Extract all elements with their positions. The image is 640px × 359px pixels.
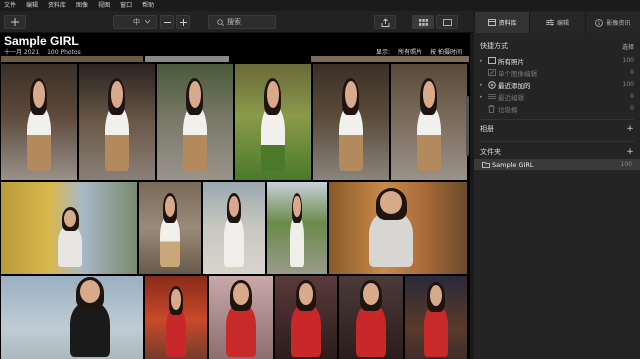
folder-icon	[482, 162, 490, 168]
shortcut-label: 最近编辑	[498, 93, 524, 102]
photo-thumbnail[interactable]	[0, 55, 144, 63]
photo-thumbnail[interactable]	[390, 63, 468, 181]
menu-view[interactable]: 视图	[98, 0, 110, 11]
photo-thumbnail[interactable]	[328, 181, 468, 275]
shortcut-label: 单个图像编辑	[498, 69, 537, 78]
expand-arrow-icon: ▸	[480, 93, 483, 100]
photo-thumbnail[interactable]	[0, 275, 144, 359]
share-icon	[381, 17, 389, 27]
chevron-down-icon	[145, 20, 150, 24]
search-label: 搜索	[227, 18, 241, 26]
shortcut-recently-added[interactable]: ▸ 最近添加的 100	[480, 79, 634, 90]
thumbnail-size-label: 中	[133, 18, 140, 26]
select-button[interactable]: 选择	[622, 42, 634, 51]
shortcut-count: 0	[630, 69, 634, 76]
photos-icon	[488, 57, 496, 64]
expand-arrow-icon: ▸	[480, 57, 483, 64]
photo-thumbnail[interactable]	[202, 181, 266, 275]
menu-edit[interactable]: 编辑	[26, 0, 38, 11]
single-edit-icon	[488, 69, 496, 76]
photo-thumbnail[interactable]	[78, 63, 156, 181]
info-icon	[595, 18, 604, 27]
tab-edit[interactable]: 编辑	[529, 12, 585, 33]
share-button[interactable]	[374, 15, 396, 29]
add-album-button[interactable]: +	[626, 125, 634, 134]
photo-thumbnail[interactable]	[312, 63, 390, 181]
menu-file[interactable]: 文件	[4, 0, 16, 11]
minus-icon	[163, 21, 171, 23]
divider	[480, 119, 634, 120]
library-view: Sample GIRL 十一月 2021 100 Photos 显示: 所有照片…	[0, 33, 470, 359]
plus-icon	[11, 18, 19, 26]
shortcut-label: 垃圾桶	[498, 105, 518, 114]
grid-view-button[interactable]	[412, 15, 434, 29]
divider	[480, 141, 634, 142]
photo-thumbnail[interactable]	[144, 55, 230, 63]
recent-edit-icon	[488, 94, 496, 99]
shortcut-count: 100	[622, 57, 634, 64]
add-folder-button[interactable]: +	[626, 148, 634, 157]
photo-thumbnail[interactable]	[266, 181, 328, 275]
shortcut-single-edits[interactable]: 单个图像编辑 0	[480, 67, 634, 78]
tab-info[interactable]: 影像资讯	[584, 12, 640, 33]
right-panel-tabs: 资料库 编辑 影像资讯	[474, 12, 640, 33]
grid-view-icon	[418, 18, 428, 26]
library-scrollbar[interactable]	[466, 96, 469, 156]
shortcut-recently-edited[interactable]: ▸ 最近编辑 0	[480, 91, 634, 102]
photo-thumbnail[interactable]	[234, 63, 312, 181]
single-view-icon	[442, 18, 452, 26]
right-panel: 快捷方式 选择 ▸ 所有照片 100 单个图像编辑 0 ▸ 最近添加的 100 …	[474, 33, 640, 359]
trash-icon	[488, 104, 495, 113]
photo-thumbnail[interactable]	[0, 63, 78, 181]
library-icon	[487, 19, 496, 26]
zoom-in-button[interactable]	[176, 15, 190, 29]
folder-count: 100	[620, 161, 632, 168]
folder-label: Sample GIRL	[492, 160, 534, 169]
folders-title: 文件夹	[480, 148, 501, 156]
zoom-out-button[interactable]	[160, 15, 174, 29]
photo-thumbnail[interactable]	[310, 55, 470, 63]
photo-thumbnail[interactable]	[156, 63, 234, 181]
tab-edit-label: 编辑	[556, 20, 569, 27]
thumbnail-size-select[interactable]: 中	[113, 15, 157, 29]
menu-window[interactable]: 窗口	[120, 0, 132, 11]
menu-library[interactable]: 资料库	[48, 0, 66, 11]
photo-thumbnail[interactable]	[404, 275, 468, 359]
plus-icon	[179, 18, 187, 26]
shortcut-label: 所有照片	[498, 57, 524, 66]
photo-thumbnail[interactable]	[208, 275, 274, 359]
menu-help[interactable]: 帮助	[142, 0, 154, 11]
photo-thumbnail[interactable]	[138, 181, 202, 275]
single-view-button[interactable]	[436, 15, 458, 29]
shortcut-count: 0	[630, 93, 634, 100]
photo-thumbnail[interactable]	[338, 275, 404, 359]
shortcut-trash[interactable]: 垃圾桶 0	[480, 103, 634, 114]
search-box[interactable]: 搜索	[208, 15, 276, 29]
search-icon	[217, 19, 224, 26]
add-button[interactable]	[4, 15, 26, 29]
tab-info-label: 影像资讯	[606, 20, 631, 27]
folder-row-selected[interactable]: Sample GIRL 100	[474, 159, 640, 170]
recent-icon	[488, 80, 496, 89]
shortcut-count: 100	[622, 81, 634, 88]
photo-thumbnail[interactable]	[274, 275, 338, 359]
albums-title: 相册	[480, 125, 494, 133]
sliders-icon	[545, 19, 554, 26]
library-title: Sample GIRL	[4, 34, 79, 48]
shortcut-count: 0	[630, 105, 634, 112]
menu-image[interactable]: 图像	[76, 0, 88, 11]
shortcut-label: 最近添加的	[498, 81, 531, 90]
shortcuts-title: 快捷方式	[480, 42, 508, 50]
expand-arrow-icon: ▸	[480, 81, 483, 88]
photo-thumbnail[interactable]	[144, 275, 208, 359]
folder-item: Sample GIRL 100	[482, 159, 632, 170]
photo-thumbnail[interactable]	[0, 181, 138, 275]
tab-library[interactable]: 资料库	[474, 12, 530, 33]
menu-bar: 文件 编辑 资料库 图像 视图 窗口 帮助	[0, 0, 640, 11]
shortcut-all-photos[interactable]: ▸ 所有照片 100	[480, 55, 634, 66]
tab-library-label: 资料库	[498, 20, 517, 27]
